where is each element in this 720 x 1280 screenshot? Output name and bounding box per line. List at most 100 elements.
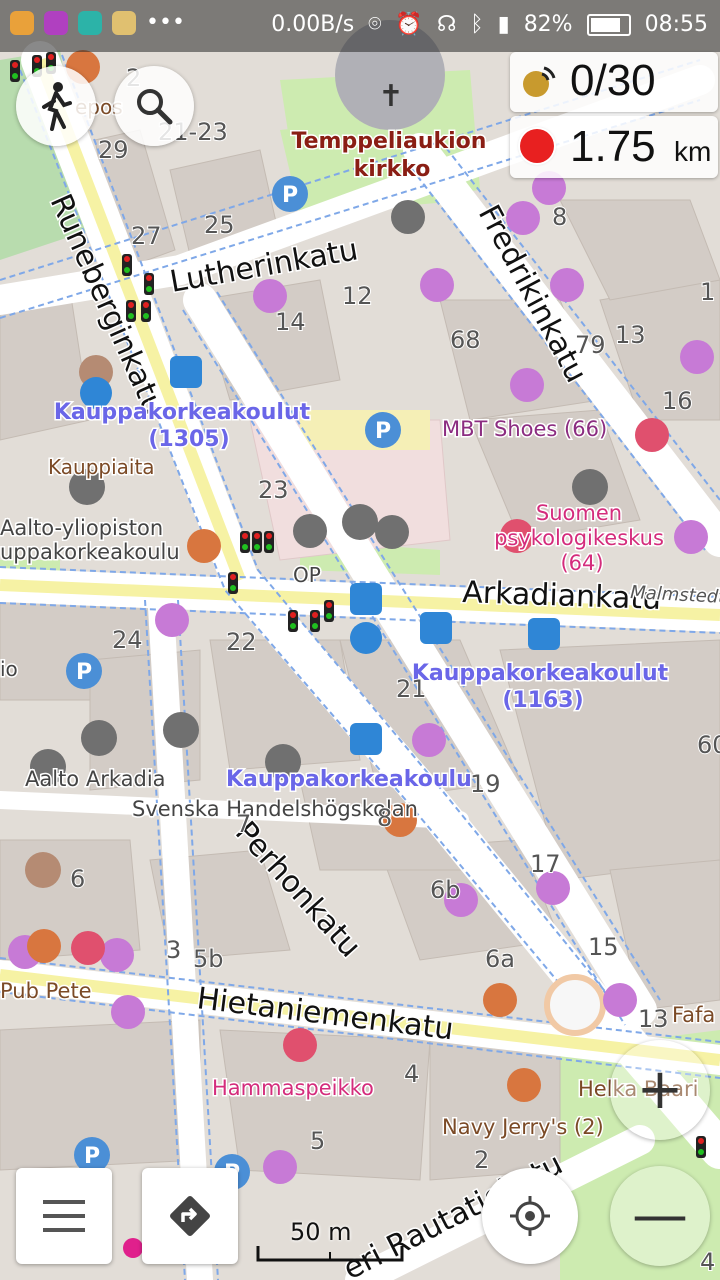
shop-icon <box>111 995 145 1029</box>
cafe-icon <box>187 529 221 563</box>
zoom-in-button[interactable]: + <box>610 1040 710 1140</box>
poi-label: Aalto Arkadia <box>25 767 166 791</box>
menu-button[interactable] <box>16 1168 112 1264</box>
house-number: 25 <box>204 211 235 239</box>
poi-label: OP <box>293 563 321 587</box>
mail-icon <box>391 200 425 234</box>
svg-text:P: P <box>282 183 298 208</box>
poi-label: MBT Shoes (66) <box>442 417 607 441</box>
house-number: 8 <box>377 804 392 832</box>
house-number: 4 <box>404 1060 419 1088</box>
network-speed: 0.00B/s <box>271 12 355 37</box>
pedestrian-icon <box>42 82 72 131</box>
map-scale-bar: 50 m <box>256 1218 406 1262</box>
house-number: 68 <box>450 326 481 354</box>
shop-icon <box>603 983 637 1017</box>
poi-label: Navy Jerry's (2) <box>442 1115 604 1139</box>
cafe-icon <box>507 1068 541 1102</box>
minus-icon: — <box>632 1183 688 1248</box>
scale-label: 50 m <box>290 1218 352 1246</box>
location-icon: ⌾ <box>368 12 382 37</box>
health-icon <box>71 931 105 965</box>
church-icon: ✝ <box>378 79 403 114</box>
health-icon <box>283 1028 317 1062</box>
community-icon <box>572 469 608 505</box>
house-number: 24 <box>112 626 143 654</box>
poi-label: (64) <box>560 551 603 575</box>
bus-stop-icon <box>420 612 452 644</box>
distance-value: 1.75 <box>570 122 656 171</box>
satellite-icon <box>523 66 556 97</box>
house-number: 13 <box>615 321 646 349</box>
house-number: 79 <box>575 331 606 359</box>
fitness-app-icon <box>78 10 102 35</box>
poi-label: Temppeliaukion <box>292 129 487 154</box>
svg-text:P: P <box>84 1144 100 1169</box>
app-notification-icon <box>10 10 34 35</box>
gallery-app-icon <box>112 10 136 35</box>
poi-label: Kauppakorkeakoulut <box>412 661 669 686</box>
search-icon <box>137 89 173 125</box>
poi-label: Kauppakorkeakoulu <box>226 767 472 792</box>
bus-stop-icon <box>350 583 382 615</box>
house-number: 15 <box>588 933 619 961</box>
bus-stop-icon <box>170 356 202 388</box>
house-number: 22 <box>226 628 257 656</box>
hydrant-icon <box>123 1238 143 1258</box>
gpx-counter: 0/30 <box>570 56 656 105</box>
poi-label: uppakorkeakoulu <box>0 540 180 564</box>
shop-icon <box>412 723 446 757</box>
bus-stop-icon <box>528 618 560 650</box>
house-number: 60 <box>697 731 720 759</box>
house-number: 23 <box>258 476 289 504</box>
shop-icon <box>420 268 454 302</box>
shop-icon <box>510 368 544 402</box>
house-number: 6 <box>70 865 85 893</box>
battery-icon <box>586 13 631 36</box>
poi-label: Pub Pete <box>0 979 92 1003</box>
house-number: 6b <box>430 876 461 904</box>
crosshair-icon <box>510 1196 550 1236</box>
poi-label: Aalto-yliopiston <box>0 516 163 540</box>
shop-icon <box>100 938 134 972</box>
search-button[interactable] <box>114 66 194 146</box>
house-number: 19 <box>470 770 501 798</box>
music-app-icon <box>44 10 68 35</box>
health-icon <box>635 418 669 452</box>
house-number: 5b <box>193 945 224 973</box>
poi-label: Svenska Handelshögskolan <box>132 797 418 821</box>
house-number: 12 <box>342 282 373 310</box>
clock: 08:55 <box>644 12 708 37</box>
shop-icon <box>155 603 189 637</box>
poi-label: kirkko <box>354 157 431 182</box>
headset-icon: ☊ <box>436 12 457 37</box>
roundabout <box>544 974 606 1036</box>
shop-icon <box>550 268 584 302</box>
my-location-button[interactable] <box>482 1168 578 1264</box>
cafe-icon <box>27 929 61 963</box>
status-bar: ••• 0.00B/s ⌾ ⏰ ☊ ᛒ ▮ 82% 08:55 <box>0 0 720 52</box>
house-number: 14 <box>275 308 306 336</box>
cafe-icon <box>483 983 517 1017</box>
poi-label: Hammaspeikko <box>212 1076 374 1100</box>
house-number: 21 <box>396 675 427 703</box>
route-button[interactable] <box>142 1168 238 1264</box>
poi-label: (1305) <box>148 427 229 452</box>
distance-widget[interactable]: 1.75 km <box>510 116 718 178</box>
house-number: 5 <box>310 1127 325 1155</box>
signal-icon: ▮ <box>497 12 510 37</box>
house-number: 3 <box>166 936 181 964</box>
zoom-out-button[interactable]: — <box>610 1166 710 1266</box>
research-icon <box>375 515 409 549</box>
shop-icon <box>674 520 708 554</box>
house-number: 8 <box>552 203 567 231</box>
education-icon <box>81 720 117 756</box>
plus-icon: + <box>636 1057 684 1122</box>
gpx-recording-widget[interactable]: 0/30 <box>510 52 718 112</box>
hamburger-icon <box>43 1200 85 1232</box>
bike-icon <box>350 622 382 654</box>
svg-text:P: P <box>375 419 391 444</box>
distance-unit: km <box>674 136 712 167</box>
nightclub-icon <box>25 852 61 888</box>
profile-mode-button[interactable] <box>16 66 96 146</box>
